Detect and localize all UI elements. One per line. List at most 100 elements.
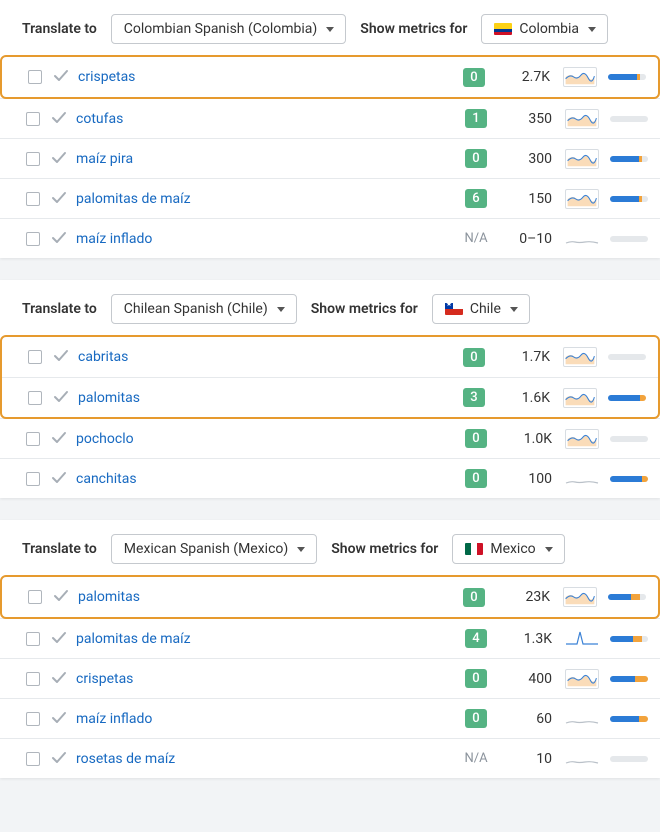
show-metrics-label: Show metrics for: [331, 541, 438, 557]
keyword-link[interactable]: cotufas: [76, 111, 123, 127]
keyword-link[interactable]: palomitas: [78, 589, 140, 605]
row-checkbox[interactable]: [26, 632, 40, 646]
trend-sparkline: [565, 669, 599, 689]
row-checkbox[interactable]: [26, 112, 40, 126]
check-icon: [51, 629, 67, 649]
keyword-row: palomitas31.6K: [2, 377, 658, 417]
row-checkbox[interactable]: [26, 232, 40, 246]
check-icon: [51, 709, 67, 729]
chevron-down-icon: [326, 27, 334, 32]
translate-to-label: Translate to: [22, 301, 97, 317]
show-metrics-label: Show metrics for: [360, 21, 467, 37]
keyword-row: maíz inflado060: [0, 698, 660, 738]
row-checkbox[interactable]: [28, 350, 42, 364]
keyword-row: palomitas de maíz41.3K: [0, 618, 660, 658]
kd-badge: 1: [465, 109, 486, 128]
kd-na: N/A: [464, 231, 487, 246]
country-value: Mexico: [490, 541, 535, 557]
search-volume: 400: [498, 671, 556, 687]
keyword-row: crispetas02.7K: [2, 57, 658, 97]
language-value: Colombian Spanish (Colombia): [124, 21, 318, 37]
row-checkbox[interactable]: [26, 432, 40, 446]
search-volume: 1.3K: [498, 631, 556, 647]
serp-bar: [610, 756, 648, 762]
row-checkbox[interactable]: [26, 752, 40, 766]
keyword-row: canchitas0100: [0, 458, 660, 498]
trend-sparkline: [565, 149, 599, 169]
serp-bar: [610, 236, 648, 242]
panel-header: Translate to Mexican Spanish (Mexico) Show…: [0, 520, 660, 576]
keyword-table: palomitas 0 23K palomitas de maíz41.3K cris…: [0, 575, 660, 778]
language-dropdown[interactable]: Chilean Spanish (Chile): [111, 294, 297, 324]
keyword-table: crispetas02.7K cotufas1350 maíz pira0300…: [0, 55, 660, 258]
kd-badge: 0: [463, 348, 484, 367]
trend-sparkline: [565, 429, 599, 449]
check-icon: [53, 587, 69, 607]
check-icon: [53, 347, 69, 367]
keyword-link[interactable]: palomitas de maíz: [76, 631, 191, 647]
flag-icon: [494, 23, 512, 35]
keyword-link[interactable]: rosetas de maíz: [76, 751, 175, 767]
search-volume: 23K: [496, 589, 554, 605]
translate-to-label: Translate to: [22, 541, 97, 557]
row-checkbox[interactable]: [26, 152, 40, 166]
country-value: Colombia: [519, 21, 579, 37]
country-panel: Translate to Mexican Spanish (Mexico) Show…: [0, 520, 660, 778]
chevron-down-icon: [297, 547, 305, 552]
country-dropdown[interactable]: Mexico: [452, 534, 564, 564]
search-volume: 100: [498, 471, 556, 487]
row-checkbox[interactable]: [28, 590, 42, 604]
trend-sparkline: [563, 388, 597, 408]
panel-header: Translate to Colombian Spanish (Colombia)…: [0, 0, 660, 56]
highlight-group: crispetas02.7K: [0, 55, 660, 99]
row-checkbox[interactable]: [28, 70, 42, 84]
country-dropdown[interactable]: Chile: [432, 294, 530, 324]
serp-bar: [610, 636, 648, 642]
trend-sparkline: [565, 229, 599, 249]
trend-sparkline: [563, 587, 597, 607]
flag-icon: [465, 543, 483, 555]
trend-sparkline: [563, 347, 597, 367]
language-dropdown[interactable]: Mexican Spanish (Mexico): [111, 534, 317, 564]
kd-na: N/A: [464, 751, 487, 766]
show-metrics-label: Show metrics for: [311, 301, 418, 317]
keyword-link[interactable]: maíz inflado: [76, 231, 152, 247]
check-icon: [51, 749, 67, 769]
trend-sparkline: [565, 709, 599, 729]
row-checkbox[interactable]: [26, 672, 40, 686]
translate-to-label: Translate to: [22, 21, 97, 37]
keyword-link[interactable]: palomitas de maíz: [76, 191, 191, 207]
country-dropdown[interactable]: Colombia: [481, 14, 608, 44]
search-volume: 10: [498, 751, 556, 767]
chevron-down-icon: [588, 27, 596, 32]
trend-sparkline: [565, 189, 599, 209]
keyword-link[interactable]: cabritas: [78, 349, 128, 365]
highlight-group: cabritas 0 1.7K palomitas31.6K: [0, 335, 660, 419]
keyword-link[interactable]: crispetas: [78, 69, 135, 85]
keyword-row: pochoclo01.0K: [0, 418, 660, 458]
serp-bar: [610, 716, 648, 722]
search-volume: 60: [498, 711, 556, 727]
serp-bar: [610, 476, 648, 482]
keyword-link[interactable]: maíz pira: [76, 151, 133, 167]
row-checkbox[interactable]: [26, 192, 40, 206]
kd-badge: 0: [465, 669, 486, 688]
keyword-link[interactable]: crispetas: [76, 671, 133, 687]
row-checkbox[interactable]: [26, 712, 40, 726]
chevron-down-icon: [510, 307, 518, 312]
keyword-link[interactable]: maíz inflado: [76, 711, 152, 727]
row-checkbox[interactable]: [26, 472, 40, 486]
check-icon: [51, 109, 67, 129]
trend-sparkline: [563, 67, 597, 87]
country-value: Chile: [470, 301, 501, 317]
trend-sparkline: [565, 629, 599, 649]
keyword-link[interactable]: palomitas: [78, 390, 140, 406]
language-dropdown[interactable]: Colombian Spanish (Colombia): [111, 14, 347, 44]
row-checkbox[interactable]: [28, 391, 42, 405]
trend-sparkline: [565, 109, 599, 129]
kd-badge: 0: [465, 429, 486, 448]
search-volume: 1.7K: [496, 349, 554, 365]
keyword-link[interactable]: pochoclo: [76, 431, 134, 447]
keyword-link[interactable]: canchitas: [76, 471, 137, 487]
keyword-row: cabritas 0 1.7K: [2, 337, 658, 377]
